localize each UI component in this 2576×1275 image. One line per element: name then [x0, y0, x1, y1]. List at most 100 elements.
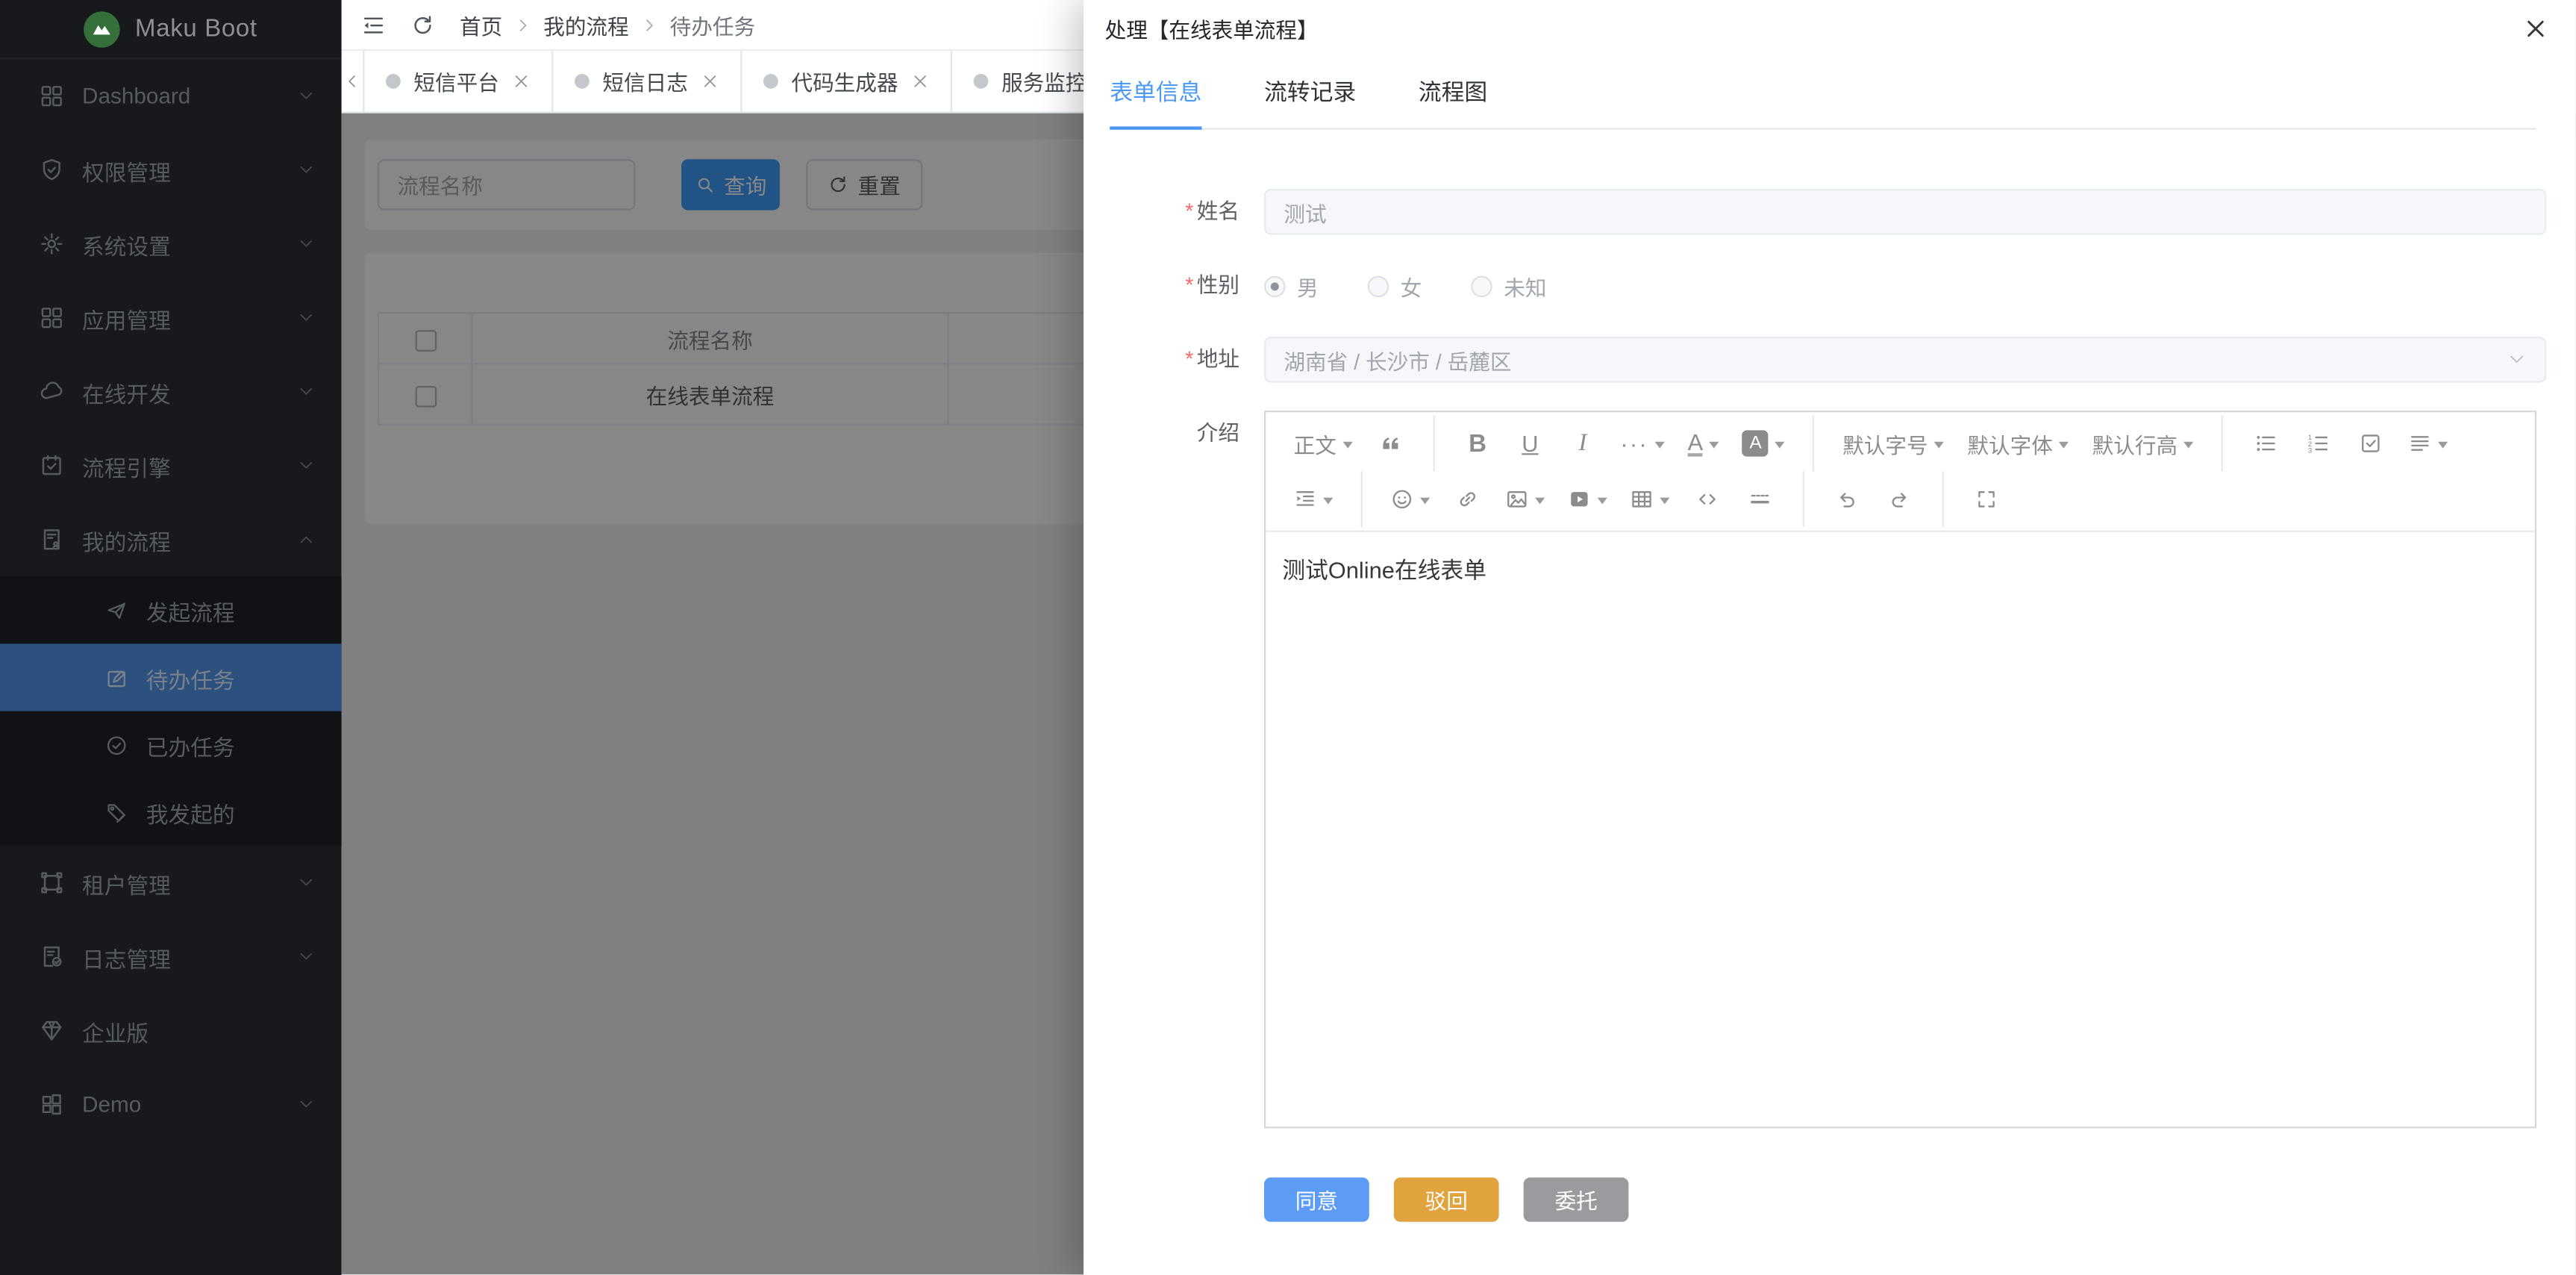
sidebar-item-dashboard[interactable]: Dashboard	[0, 59, 342, 133]
process-form: *姓名 测试 *性别 男 女	[1084, 130, 2576, 1129]
sidebar: Maku Boot Dashboard 权限管理 系统设置 应用管理	[0, 0, 342, 1275]
intro-label: 介绍	[1084, 411, 1239, 457]
redo-icon[interactable]	[1877, 478, 1923, 520]
tab-label: 短信平台	[413, 66, 498, 97]
editor-toolbar: 正文 B U I ··· A A 默认字号 默认字体 默认	[1266, 412, 2535, 532]
tab-dot-icon	[575, 74, 590, 89]
video-icon[interactable]	[1560, 478, 1616, 520]
tab-flow-chart[interactable]: 流程图	[1419, 75, 1487, 128]
name-field[interactable]: 测试	[1264, 189, 2546, 235]
sidebar-item-permissions[interactable]: 权限管理	[0, 133, 342, 207]
italic-icon[interactable]: I	[1560, 422, 1606, 464]
sidebar-item-todo-tasks[interactable]: 待办任务	[0, 643, 342, 711]
dashboard-grid-icon	[40, 84, 64, 108]
gender-option-female[interactable]: 女	[1368, 270, 1422, 302]
collapse-menu-icon[interactable]	[361, 13, 386, 37]
gender-option-male[interactable]: 男	[1264, 270, 1319, 302]
tags-icon	[105, 801, 128, 824]
tab-form-info[interactable]: 表单信息	[1110, 75, 1201, 130]
justify-icon[interactable]	[2401, 422, 2457, 464]
link-icon[interactable]	[1445, 478, 1491, 520]
sidebar-item-label: 发起流程	[146, 593, 316, 626]
sidebar-item-done-tasks[interactable]: 已办任务	[0, 711, 342, 779]
sidebar-item-label: 应用管理	[82, 302, 297, 334]
sidebar-item-start-process[interactable]: 发起流程	[0, 576, 342, 643]
toolbar-divider	[1361, 471, 1363, 527]
form-row-address: *地址 湖南省 / 长沙市 / 岳麓区	[1084, 337, 2576, 383]
close-icon[interactable]	[701, 72, 719, 90]
tab-sms-log[interactable]: 短信日志	[553, 51, 742, 111]
todo-list-icon[interactable]	[2348, 422, 2395, 464]
bullet-list-icon[interactable]	[2243, 422, 2289, 464]
close-icon[interactable]	[512, 72, 530, 90]
chevron-down-icon	[297, 873, 315, 891]
more-styles-icon[interactable]: ···	[1612, 422, 1672, 464]
form-row-gender: *性别 男 女 未知	[1084, 263, 2576, 309]
demo-grid-icon	[40, 1092, 64, 1117]
editor-content[interactable]: 测试Online在线表单	[1266, 532, 2535, 1133]
sidebar-item-process-engine[interactable]: 流程引擎	[0, 428, 342, 502]
tab-dot-icon	[763, 74, 778, 89]
underline-icon[interactable]: U	[1507, 422, 1554, 464]
reject-button[interactable]: 驳回	[1394, 1177, 1499, 1221]
undo-icon[interactable]	[1824, 478, 1870, 520]
sidebar-item-initiated-by-me[interactable]: 我发起的	[0, 779, 342, 846]
paragraph-style-button[interactable]: 正文	[1286, 422, 1361, 464]
sidebar-item-app-management[interactable]: 应用管理	[0, 281, 342, 355]
fullscreen-icon[interactable]	[1963, 478, 2010, 520]
sidebar-item-label: 在线开发	[82, 375, 297, 408]
caret-down-icon	[1710, 441, 1719, 452]
image-icon[interactable]	[1497, 478, 1553, 520]
emoji-icon[interactable]	[1382, 478, 1438, 520]
approve-button[interactable]: 同意	[1264, 1177, 1369, 1221]
refresh-icon[interactable]	[410, 13, 435, 37]
toolbar-divider	[1803, 471, 1804, 527]
sidebar-item-online-dev[interactable]: 在线开发	[0, 355, 342, 428]
bg-color-icon[interactable]: A	[1734, 422, 1793, 464]
shield-check-icon	[40, 158, 64, 182]
divider-icon[interactable]	[1737, 478, 1783, 520]
sidebar-item-demo[interactable]: Demo	[0, 1067, 342, 1141]
delegate-button[interactable]: 委托	[1524, 1177, 1629, 1221]
sidebar-item-tenant-management[interactable]: 租户管理	[0, 846, 342, 920]
address-select[interactable]: 湖南省 / 长沙市 / 岳麓区	[1264, 337, 2546, 383]
breadcrumb-home[interactable]: 首页	[460, 9, 502, 40]
tabs-scroll-left[interactable]	[342, 51, 365, 111]
sidebar-item-system-settings[interactable]: 系统设置	[0, 207, 342, 281]
sidebar-item-log-management[interactable]: 日志管理	[0, 920, 342, 994]
tab-code-generator[interactable]: 代码生成器	[742, 51, 952, 111]
line-height-button[interactable]: 默认行高	[2084, 422, 2202, 464]
chevron-down-icon	[297, 161, 315, 179]
gender-option-unknown[interactable]: 未知	[1471, 270, 1546, 302]
table-icon[interactable]	[1622, 478, 1678, 520]
bold-icon[interactable]: B	[1454, 422, 1501, 464]
indent-icon[interactable]	[1286, 478, 1342, 520]
tab-sms-platform[interactable]: 短信平台	[364, 51, 553, 111]
mountain-logo-icon	[84, 10, 120, 46]
close-drawer-button[interactable]	[2523, 16, 2548, 40]
font-family-button[interactable]: 默认字体	[1959, 422, 2077, 464]
sidebar-item-label: 待办任务	[146, 661, 316, 694]
diamond-icon	[40, 1018, 64, 1043]
tab-flow-records[interactable]: 流转记录	[1264, 75, 1356, 128]
font-size-button[interactable]: 默认字号	[1834, 422, 1952, 464]
radio-icon	[1368, 275, 1389, 297]
breadcrumb-my-process[interactable]: 我的流程	[543, 9, 628, 40]
caret-down-icon	[1535, 497, 1545, 508]
brand-logo[interactable]: Maku Boot	[0, 0, 342, 59]
sidebar-item-label: 企业版	[82, 1014, 315, 1047]
sidebar-item-enterprise[interactable]: 企业版	[0, 994, 342, 1067]
caret-down-icon	[2439, 441, 2448, 452]
radio-icon	[1471, 275, 1492, 297]
code-block-icon[interactable]	[1684, 478, 1731, 520]
quote-icon[interactable]	[1368, 422, 1414, 464]
font-color-icon[interactable]: A	[1680, 422, 1728, 464]
doc-user-icon	[40, 527, 64, 552]
close-icon[interactable]	[911, 72, 929, 90]
required-asterisk: *	[1185, 346, 1193, 371]
sidebar-item-my-process[interactable]: 我的流程	[0, 502, 342, 576]
ordered-list-icon[interactable]	[2295, 422, 2342, 464]
breadcrumb: 首页 我的流程 待办任务	[460, 9, 755, 40]
required-asterisk: *	[1185, 272, 1193, 297]
gear-icon	[40, 231, 64, 256]
